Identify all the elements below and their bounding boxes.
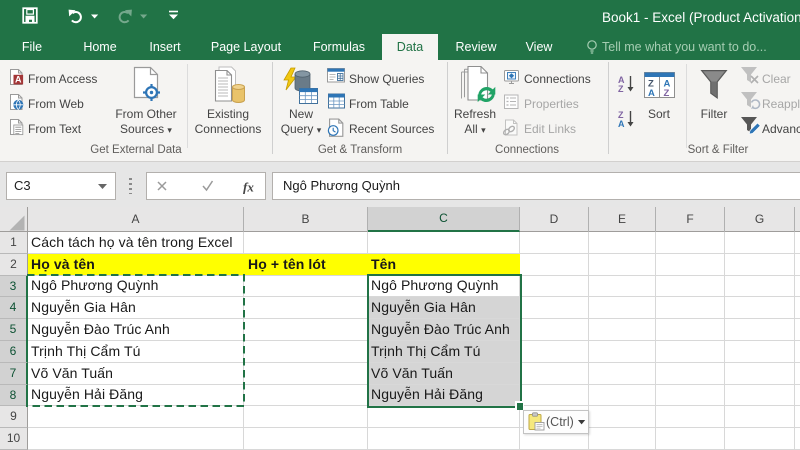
svg-text:Z: Z [618,84,624,94]
svg-text:A: A [618,119,625,129]
svg-text:fx: fx [243,180,254,195]
svg-text:A: A [648,88,655,99]
svg-text:A: A [15,75,22,85]
svg-text:Z: Z [664,88,670,99]
